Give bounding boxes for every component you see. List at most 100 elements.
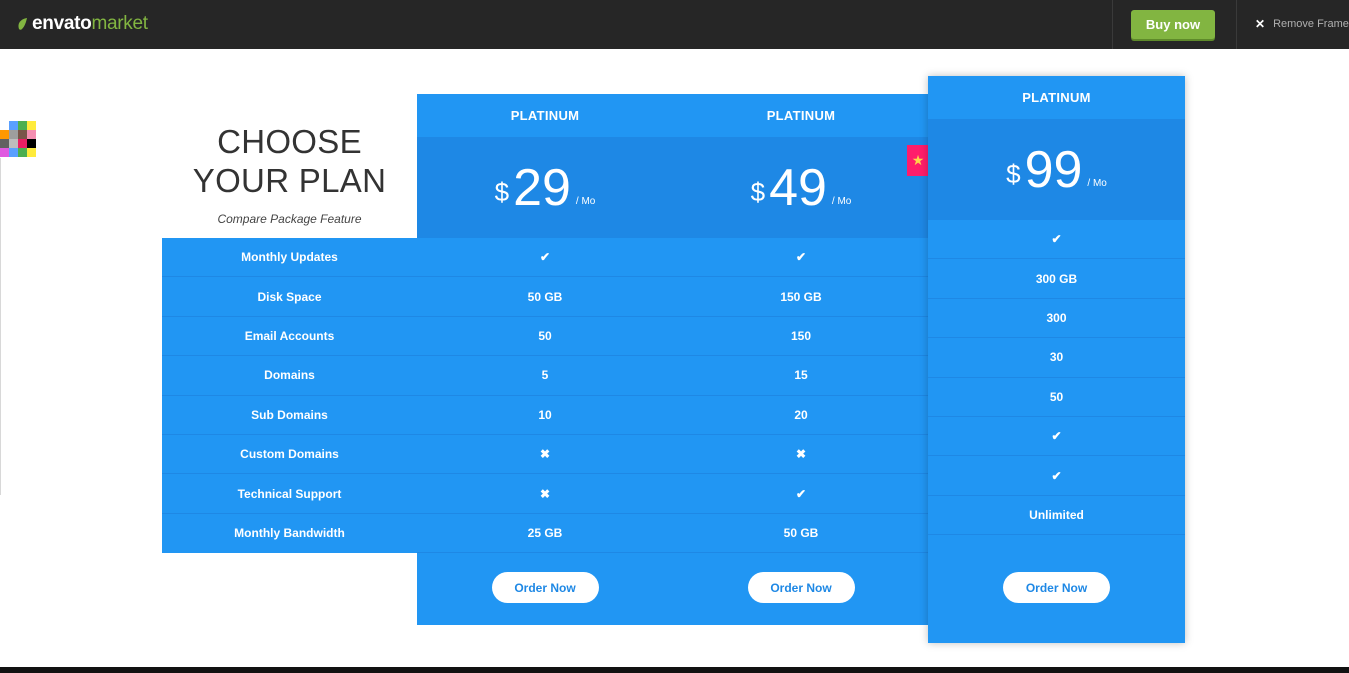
- logo-envato-text: envato: [32, 13, 92, 34]
- feature-label: Email Accounts: [162, 317, 417, 357]
- star-icon: ★: [907, 145, 929, 176]
- plan-name: PLATINUM: [1022, 90, 1091, 105]
- feature-value: 50 GB: [673, 514, 929, 554]
- leaf-icon: [18, 18, 27, 30]
- feature-value: ✖: [417, 435, 673, 475]
- color-swatch[interactable]: [18, 130, 27, 139]
- color-swatch[interactable]: [27, 130, 36, 139]
- feature-value: 25 GB: [417, 514, 673, 554]
- feature-value: ✔: [673, 474, 929, 514]
- plan-price: $99 / Mo: [928, 119, 1185, 220]
- check-icon: ✔: [1051, 429, 1062, 444]
- plan-column-2: PLATINUM $49 / Mo ✔ 150 GB 150 15 20 ✖ ✔ 50 GB Orde…: [673, 94, 929, 625]
- feature-value: 5: [417, 356, 673, 396]
- cross-icon: ✖: [539, 486, 551, 501]
- logo-market-text: market: [91, 13, 148, 34]
- feature-label: Domains: [162, 356, 417, 396]
- color-switcher[interactable]: [0, 121, 36, 158]
- close-icon: ✕: [1255, 17, 1266, 31]
- feature-value: 150: [673, 317, 929, 357]
- price-currency: $: [1006, 159, 1021, 189]
- plan-name: PLATINUM: [766, 108, 836, 123]
- check-icon: ✔: [1051, 232, 1062, 247]
- feature-value: ✔: [673, 238, 929, 278]
- feature-value: 10: [417, 396, 673, 435]
- color-swatch[interactable]: [9, 121, 18, 130]
- plan-column-1: PLATINUM $29 / Mo ✔ 50 GB 50 5 10 ✖ ✖ 25 GB Order N…: [417, 94, 673, 625]
- feature-label: Monthly Bandwidth: [234, 526, 345, 541]
- color-swatch[interactable]: [27, 139, 36, 148]
- feature-label: Custom Domains: [162, 435, 417, 475]
- color-swatch[interactable]: [9, 130, 18, 139]
- feature-value: 30: [928, 338, 1185, 378]
- remove-frame-link[interactable]: ✕ Remove Frame: [1255, 15, 1349, 33]
- color-swatch[interactable]: [9, 148, 18, 157]
- check-icon: ✔: [1051, 468, 1062, 483]
- title-line-1: CHOOSE: [217, 123, 362, 160]
- remove-frame-label: Remove Frame: [1273, 18, 1349, 30]
- check-icon: ✔: [795, 486, 807, 501]
- color-swatch[interactable]: [9, 139, 18, 148]
- order-wrap: Order Now: [673, 572, 929, 603]
- page-title: CHOOSE YOUR PLAN: [162, 122, 417, 200]
- feature-value: 20: [673, 396, 929, 435]
- order-wrap: Order Now: [417, 572, 673, 603]
- color-swatch[interactable]: [18, 139, 27, 148]
- title-line-2: YOUR PLAN: [192, 162, 387, 199]
- feature-label-column: Monthly Updates Disk Space Email Account…: [162, 238, 417, 553]
- color-swatch[interactable]: [0, 139, 9, 148]
- plan-price: $49 / Mo: [673, 137, 929, 238]
- top-bar: envato market Buy now ✕ Remove Frame: [0, 0, 1349, 49]
- envato-market-logo[interactable]: envato market: [16, 12, 148, 36]
- feature-label: Technical Support: [162, 474, 417, 514]
- feature-value: Unlimited: [928, 496, 1185, 536]
- feature-label: Disk Space: [162, 277, 417, 317]
- color-swatch[interactable]: [27, 121, 36, 130]
- order-wrap: Order Now: [928, 572, 1185, 603]
- feature-value: 300 GB: [928, 259, 1185, 299]
- price-period: / Mo: [1087, 178, 1107, 189]
- feature-value: ✔: [928, 220, 1185, 260]
- color-swatch[interactable]: [0, 130, 9, 139]
- color-swatch[interactable]: [27, 148, 36, 157]
- cross-icon: ✖: [795, 447, 807, 462]
- price-period: / Mo: [831, 196, 852, 207]
- topbar-divider: [1112, 0, 1113, 49]
- bottom-bar: [0, 667, 1349, 673]
- topbar-divider: [1236, 0, 1237, 49]
- check-icon: ✔: [795, 250, 807, 265]
- feature-value: 50 GB: [417, 277, 673, 317]
- price-amount: 49: [769, 158, 827, 217]
- order-now-button[interactable]: Order Now: [491, 572, 599, 603]
- price-currency: $: [494, 177, 510, 207]
- feature-value: ✖: [417, 474, 673, 514]
- cross-icon: ✖: [539, 447, 551, 462]
- feature-value: ✔: [928, 417, 1185, 457]
- feature-value: ✖: [673, 435, 929, 475]
- feature-label: Sub Domains: [162, 396, 417, 435]
- plan-column-3-featured: PLATINUM $99 / Mo ✔ 300 GB 300 30 50 ✔ ✔ Unlimited…: [928, 76, 1185, 643]
- order-now-button[interactable]: Order Now: [1003, 572, 1110, 603]
- feature-label: Monthly Updates: [162, 238, 417, 278]
- color-swatch[interactable]: [18, 148, 27, 157]
- feature-value: 50: [417, 317, 673, 357]
- price-amount: 99: [1024, 140, 1083, 199]
- plan-price: $29 / Mo: [417, 137, 673, 238]
- buy-now-button[interactable]: Buy now: [1131, 10, 1215, 39]
- plan-name: PLATINUM: [510, 108, 580, 123]
- price-period: / Mo: [575, 196, 596, 207]
- feature-value: 300: [928, 299, 1185, 339]
- feature-value: ✔: [417, 238, 673, 278]
- page-subtitle: Compare Package Feature: [217, 212, 362, 226]
- feature-value: 15: [673, 356, 929, 396]
- price-currency: $: [750, 177, 766, 207]
- feature-value: 50: [928, 378, 1185, 417]
- left-panel-edge: [0, 158, 1, 495]
- color-swatch[interactable]: [18, 121, 27, 130]
- order-now-button[interactable]: Order Now: [747, 572, 855, 603]
- feature-value: ✔: [928, 456, 1185, 496]
- color-swatch[interactable]: [0, 148, 9, 157]
- price-amount: 29: [513, 158, 571, 217]
- plan-heading: CHOOSE YOUR PLAN Compare Package Feature: [162, 122, 417, 226]
- check-icon: ✔: [539, 250, 551, 265]
